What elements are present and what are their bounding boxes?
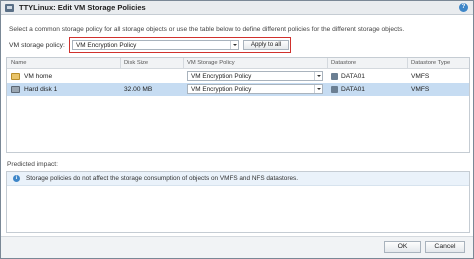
vm-storage-policy-select[interactable]: VM Encryption Policy: [72, 40, 239, 50]
predicted-impact-label: Predicted impact:: [7, 161, 58, 168]
help-icon[interactable]: ?: [459, 3, 468, 12]
chevron-down-icon[interactable]: [314, 72, 322, 80]
policy-label: VM storage policy:: [9, 42, 65, 49]
column-divider[interactable]: [327, 58, 328, 69]
column-divider[interactable]: [120, 58, 121, 69]
table-row[interactable]: VM home VM Encryption Policy DATA01 VMFS: [7, 70, 469, 83]
chevron-down-icon[interactable]: [230, 41, 238, 49]
folder-icon: [11, 73, 20, 80]
table-row[interactable]: Hard disk 1 32.00 MB VM Encryption Polic…: [7, 83, 469, 96]
table-header: Name Disk Size VM Storage Policy Datasto…: [7, 58, 469, 69]
storage-objects-table: Name Disk Size VM Storage Policy Datasto…: [6, 57, 470, 153]
datastore-icon: [331, 86, 338, 93]
impact-message: Storage policies do not affect the stora…: [26, 175, 298, 182]
intro-text: Select a common storage policy for all s…: [9, 26, 405, 33]
column-header-datastore[interactable]: Datastore: [331, 60, 356, 66]
row-name: Hard disk 1: [24, 86, 58, 93]
vm-icon: [5, 3, 14, 12]
column-header-datastore-type[interactable]: Datastore Type: [411, 60, 450, 66]
disk-icon: [11, 86, 20, 93]
row-datastore-type: VMFS: [411, 86, 430, 93]
edit-storage-policies-dialog: TTYLinux: Edit VM Storage Policies ? Sel…: [0, 0, 474, 259]
column-divider[interactable]: [407, 58, 408, 69]
predicted-impact-panel: i Storage policies do not affect the sto…: [6, 171, 470, 233]
row-datastore: DATA01: [341, 73, 365, 80]
row-name: VM home: [24, 73, 53, 80]
row-policy-value: VM Encryption Policy: [191, 73, 252, 80]
row-policy-value: VM Encryption Policy: [191, 86, 252, 93]
dialog-footer: OK Cancel: [1, 236, 473, 258]
dialog-titlebar: TTYLinux: Edit VM Storage Policies ?: [1, 1, 473, 15]
apply-to-all-button[interactable]: Apply to all: [243, 40, 289, 50]
row-datastore-type: VMFS: [411, 73, 430, 80]
column-divider[interactable]: [183, 58, 184, 69]
row-policy-select[interactable]: VM Encryption Policy: [187, 71, 323, 81]
ok-button[interactable]: OK: [384, 241, 421, 253]
impact-message-row: i Storage policies do not affect the sto…: [7, 172, 469, 186]
column-header-name[interactable]: Name: [11, 60, 26, 66]
row-disk-size: 32.00 MB: [124, 86, 153, 93]
chevron-down-icon[interactable]: [314, 85, 322, 93]
dialog-title: TTYLinux: Edit VM Storage Policies: [19, 3, 146, 12]
column-header-storage-policy[interactable]: VM Storage Policy: [187, 60, 235, 66]
selected-policy: VM Encryption Policy: [76, 42, 137, 49]
cancel-button[interactable]: Cancel: [425, 241, 465, 253]
datastore-icon: [331, 73, 338, 80]
row-datastore: DATA01: [341, 86, 365, 93]
row-policy-select[interactable]: VM Encryption Policy: [187, 84, 323, 94]
info-icon: i: [13, 175, 20, 182]
column-header-disk-size[interactable]: Disk Size: [124, 60, 148, 66]
policy-row: VM storage policy:: [9, 39, 69, 52]
